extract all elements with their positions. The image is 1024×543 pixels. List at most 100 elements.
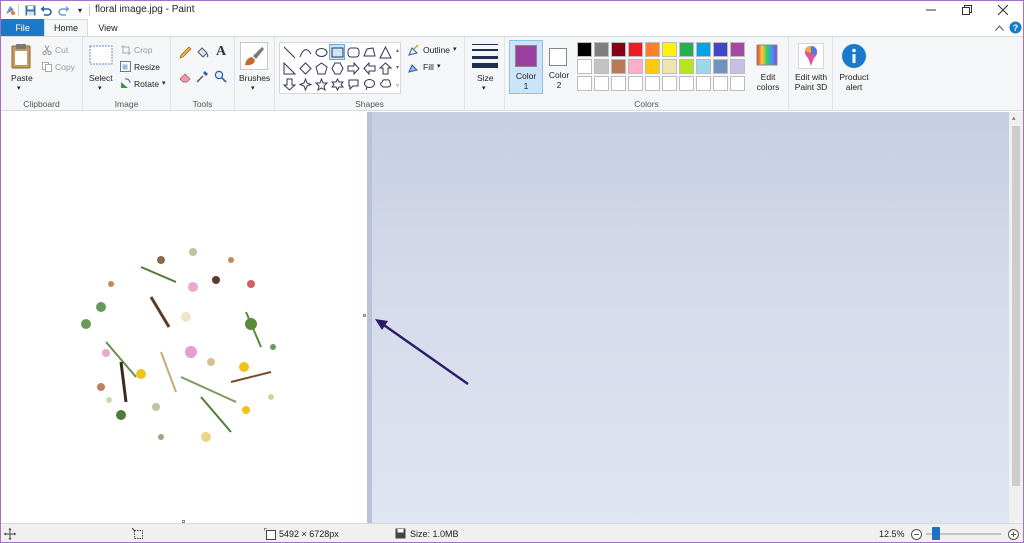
palette-swatch[interactable] xyxy=(696,42,711,57)
oval-callout-shape-icon[interactable] xyxy=(362,77,376,91)
palette-swatch[interactable] xyxy=(645,42,660,57)
cloud-callout-shape-icon[interactable] xyxy=(378,77,392,91)
down-arrow-shape-icon[interactable] xyxy=(282,77,296,91)
palette-swatch[interactable] xyxy=(594,76,609,91)
eraser-icon[interactable] xyxy=(178,69,192,83)
close-icon[interactable] xyxy=(985,1,1021,19)
scroll-down-icon[interactable]: ▾ xyxy=(396,64,399,71)
palette-swatch[interactable] xyxy=(730,76,745,91)
zoom-in-icon[interactable] xyxy=(1007,528,1019,540)
outline-button[interactable]: Outline xyxy=(423,45,450,55)
palette-swatch[interactable] xyxy=(662,42,677,57)
color1-button[interactable]: Color 1 xyxy=(509,40,543,94)
oval-shape-icon[interactable] xyxy=(314,45,328,59)
scroll-up-arrow-icon[interactable]: ▴ xyxy=(1012,114,1016,122)
redo-icon[interactable] xyxy=(57,3,71,17)
size-dropdown-icon[interactable]: ▾ xyxy=(482,84,486,92)
right-arrow-shape-icon[interactable] xyxy=(346,61,360,75)
product-alert-button[interactable]: Product alert xyxy=(833,72,875,92)
four-point-star-shape-icon[interactable] xyxy=(298,77,312,91)
curve-shape-icon[interactable] xyxy=(298,45,312,59)
rounded-rectangle-shape-icon[interactable] xyxy=(346,45,360,59)
zoom-slider-thumb[interactable] xyxy=(932,527,940,540)
magnifier-icon[interactable] xyxy=(213,69,227,83)
tab-file[interactable]: File xyxy=(1,19,44,36)
palette-swatch[interactable] xyxy=(696,76,711,91)
tab-view[interactable]: View xyxy=(89,19,127,36)
vertical-scrollbar[interactable]: ▴ xyxy=(1009,112,1023,523)
brush-icon[interactable] xyxy=(240,42,268,70)
palette-swatch[interactable] xyxy=(713,76,728,91)
palette-swatch[interactable] xyxy=(713,42,728,57)
expand-gallery-icon[interactable]: ▿ xyxy=(396,82,399,89)
copy-button[interactable]: Copy xyxy=(55,62,75,72)
size-button[interactable]: Size xyxy=(477,73,494,83)
polygon-shape-icon[interactable] xyxy=(362,45,376,59)
palette-swatch[interactable] xyxy=(679,59,694,74)
palette-swatch[interactable] xyxy=(645,59,660,74)
diamond-shape-icon[interactable] xyxy=(298,61,312,75)
palette-swatch[interactable] xyxy=(611,76,626,91)
undo-icon[interactable] xyxy=(39,3,53,17)
palette-swatch[interactable] xyxy=(628,76,643,91)
drawing-canvas[interactable] xyxy=(1,112,367,523)
collapse-ribbon-icon[interactable] xyxy=(993,21,1006,34)
palette-swatch[interactable] xyxy=(577,76,592,91)
hexagon-shape-icon[interactable] xyxy=(330,61,344,75)
text-tool-icon[interactable]: A xyxy=(213,44,229,60)
select-dropdown-icon[interactable]: ▾ xyxy=(98,84,102,92)
outline-dropdown-icon[interactable]: ▾ xyxy=(453,45,457,53)
color-picker-icon[interactable] xyxy=(195,69,209,83)
right-triangle-shape-icon[interactable] xyxy=(282,61,296,75)
select-button[interactable]: Select xyxy=(89,73,113,83)
palette-swatch[interactable] xyxy=(594,42,609,57)
canvas-workspace[interactable] xyxy=(1,112,1009,523)
palette-swatch[interactable] xyxy=(662,76,677,91)
six-point-star-shape-icon[interactable] xyxy=(330,77,344,91)
rotate-dropdown-icon[interactable]: ▾ xyxy=(162,79,166,87)
scroll-up-icon[interactable]: ▴ xyxy=(396,47,399,54)
zoom-out-icon[interactable] xyxy=(910,528,922,540)
select-icon[interactable] xyxy=(89,45,113,65)
fill-button[interactable]: Fill xyxy=(423,62,434,72)
canvas-resize-handle-right[interactable] xyxy=(363,314,366,317)
palette-swatch[interactable] xyxy=(679,42,694,57)
fill-dropdown-icon[interactable]: ▾ xyxy=(437,62,441,70)
palette-swatch[interactable] xyxy=(611,42,626,57)
triangle-shape-icon[interactable] xyxy=(378,45,392,59)
tab-home[interactable]: Home xyxy=(44,19,88,36)
palette-swatch[interactable] xyxy=(611,59,626,74)
shapes-scroll[interactable]: ▴ ▾ ▿ xyxy=(394,42,401,94)
size-icon[interactable] xyxy=(472,44,498,68)
brushes-button[interactable]: Brushes xyxy=(239,73,270,83)
cut-button[interactable]: Cut xyxy=(55,45,68,55)
palette-swatch[interactable] xyxy=(594,59,609,74)
brushes-dropdown-icon[interactable]: ▾ xyxy=(251,84,255,92)
paint-app-icon[interactable] xyxy=(3,3,17,17)
palette-swatch[interactable] xyxy=(577,59,592,74)
edit-paint3d-button[interactable]: Edit with Paint 3D xyxy=(789,72,833,92)
customize-qa-icon[interactable]: ▾ xyxy=(73,3,87,17)
help-icon[interactable]: ? xyxy=(1009,21,1022,34)
palette-swatch[interactable] xyxy=(730,59,745,74)
pentagon-shape-icon[interactable] xyxy=(314,61,328,75)
palette-swatch[interactable] xyxy=(628,42,643,57)
palette-swatch[interactable] xyxy=(645,76,660,91)
five-point-star-shape-icon[interactable] xyxy=(314,77,328,91)
edit-colors-button[interactable]: Edit colors xyxy=(751,72,785,92)
color2-button[interactable]: Color 2 xyxy=(545,40,575,94)
paste-icon[interactable] xyxy=(9,43,33,69)
paste-button[interactable]: Paste xyxy=(11,73,33,83)
rotate-button[interactable]: Rotate xyxy=(134,79,159,89)
save-icon[interactable] xyxy=(23,3,37,17)
palette-swatch[interactable] xyxy=(713,59,728,74)
palette-swatch[interactable] xyxy=(662,59,677,74)
rounded-callout-shape-icon[interactable] xyxy=(346,77,360,91)
up-arrow-shape-icon[interactable] xyxy=(378,61,392,75)
crop-button[interactable]: Crop xyxy=(134,45,152,55)
fill-bucket-icon[interactable] xyxy=(195,45,209,59)
edit-colors-icon[interactable] xyxy=(755,43,779,67)
rectangle-shape-icon[interactable] xyxy=(329,44,345,60)
restore-icon[interactable] xyxy=(949,1,985,19)
resize-button[interactable]: Resize xyxy=(134,62,160,72)
